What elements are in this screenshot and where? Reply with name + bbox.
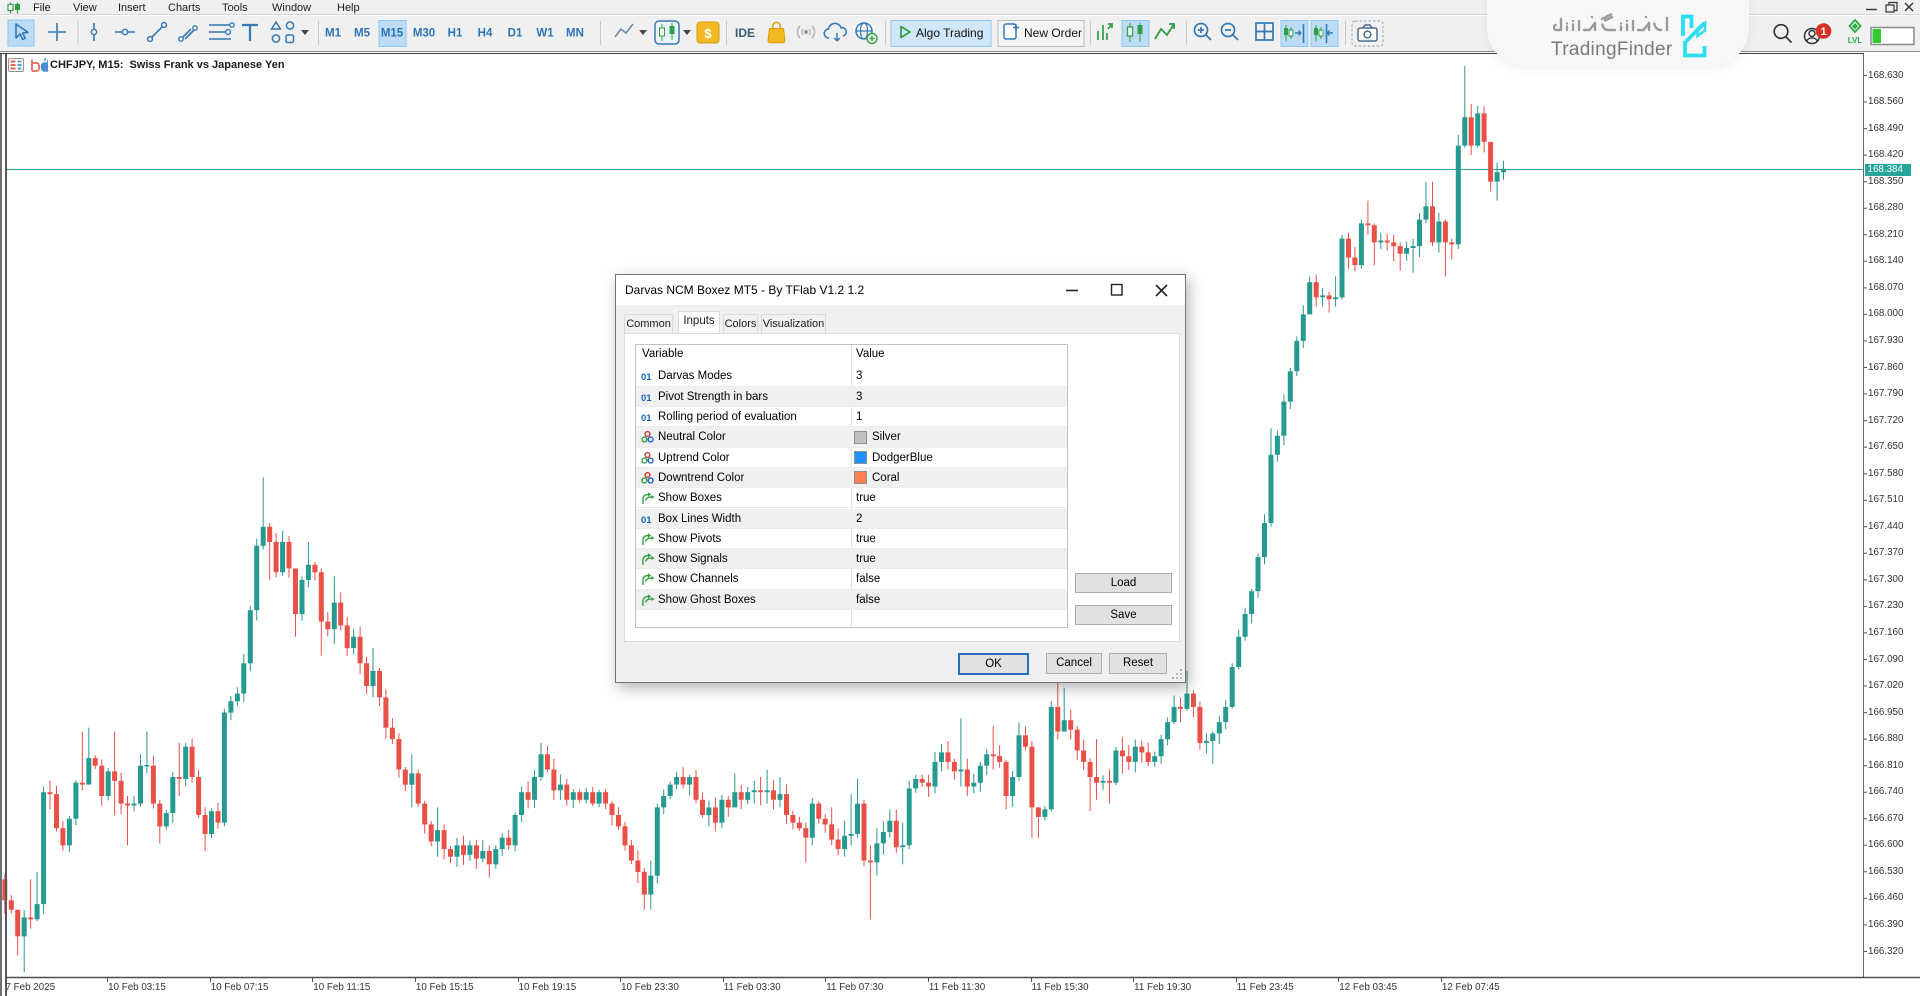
- svg-text:M1: M1: [325, 28, 342, 40]
- svg-text:M15: M15: [381, 28, 404, 40]
- svg-text:1: 1: [1820, 26, 1826, 38]
- svg-text:01: 01: [641, 515, 652, 526]
- svg-text:IDE: IDE: [735, 26, 755, 40]
- svg-text:New Order: New Order: [1024, 26, 1082, 40]
- svg-text:H4: H4: [478, 28, 493, 40]
- svg-text:W1: W1: [536, 28, 554, 40]
- svg-text:M5: M5: [354, 28, 371, 40]
- svg-text:M30: M30: [413, 28, 435, 40]
- svg-text:H1: H1: [448, 28, 463, 40]
- svg-text:01: 01: [641, 413, 652, 424]
- svg-text:MN: MN: [566, 28, 584, 40]
- svg-text:01: 01: [641, 393, 652, 404]
- svg-text:Algo Trading: Algo Trading: [916, 26, 983, 40]
- svg-text:D1: D1: [508, 28, 523, 40]
- svg-text:$: $: [704, 26, 712, 41]
- svg-text:01: 01: [641, 372, 652, 383]
- svg-text:LVL: LVL: [1848, 36, 1863, 45]
